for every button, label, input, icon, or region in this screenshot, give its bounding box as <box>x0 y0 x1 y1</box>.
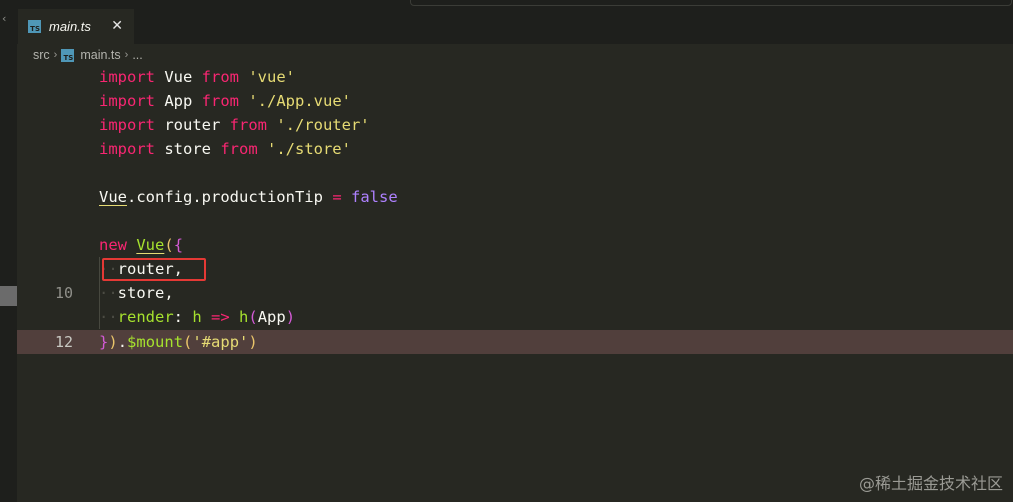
breadcrumb-src[interactable]: src <box>33 48 50 62</box>
code-line[interactable]: ··render: h => h(App) <box>17 305 1013 329</box>
code-text: ··store, <box>99 284 174 302</box>
code-line[interactable]: 10 ··store, <box>17 281 1013 305</box>
tab-label: main.ts <box>49 19 91 34</box>
breadcrumb-file[interactable]: main.ts <box>80 48 120 62</box>
typescript-file-icon: TS <box>28 20 41 33</box>
close-icon[interactable]: ✕ <box>111 17 123 35</box>
code-text: Vue.config.productionTip = false <box>99 188 398 206</box>
line-number: 10 <box>54 284 73 302</box>
code-text: import Vue from 'vue' <box>99 68 295 86</box>
annotation-highlight-box <box>102 258 206 281</box>
code-line[interactable]: import router from './router' <box>17 113 1013 137</box>
code-text: new Vue({ <box>99 236 184 254</box>
code-editor[interactable]: import Vue from 'vue' import App from '.… <box>17 64 1013 502</box>
typescript-file-icon: TS <box>61 48 75 62</box>
code-line[interactable]: import store from './store' <box>17 137 1013 161</box>
breadcrumb-symbol[interactable]: ... <box>132 48 142 62</box>
code-line[interactable]: new Vue({ <box>17 233 1013 257</box>
code-text: ··render: h => h(App) <box>99 308 296 326</box>
current-line[interactable]: 12 }).$mount('#app') <box>17 330 1013 354</box>
activity-strip: ‹ <box>0 0 17 502</box>
tab-main-ts[interactable]: TS main.ts ✕ <box>18 9 134 44</box>
indent-guide <box>99 257 100 329</box>
code-line[interactable]: import App from './App.vue' <box>17 89 1013 113</box>
chevron-left-icon[interactable]: ‹ <box>2 12 6 25</box>
code-text: import App from './App.vue' <box>99 92 351 110</box>
command-center[interactable] <box>410 0 1012 6</box>
code-text: import router from './router' <box>99 116 370 134</box>
chevron-right-icon: › <box>53 49 58 61</box>
breadcrumb: src › TS main.ts › ... <box>33 46 143 64</box>
chevron-right-icon: › <box>124 49 129 61</box>
code-line[interactable]: Vue.config.productionTip = false <box>17 185 1013 209</box>
line-number: 12 <box>54 333 73 351</box>
code-text: import store from './store' <box>99 140 351 158</box>
watermark: @稀土掘金技术社区 <box>858 474 1003 493</box>
tab-bar: TS main.ts ✕ <box>17 0 1013 44</box>
code-line[interactable]: import Vue from 'vue' <box>17 65 1013 89</box>
code-text: }).$mount('#app') <box>99 333 258 351</box>
scroll-marker[interactable] <box>0 286 17 306</box>
